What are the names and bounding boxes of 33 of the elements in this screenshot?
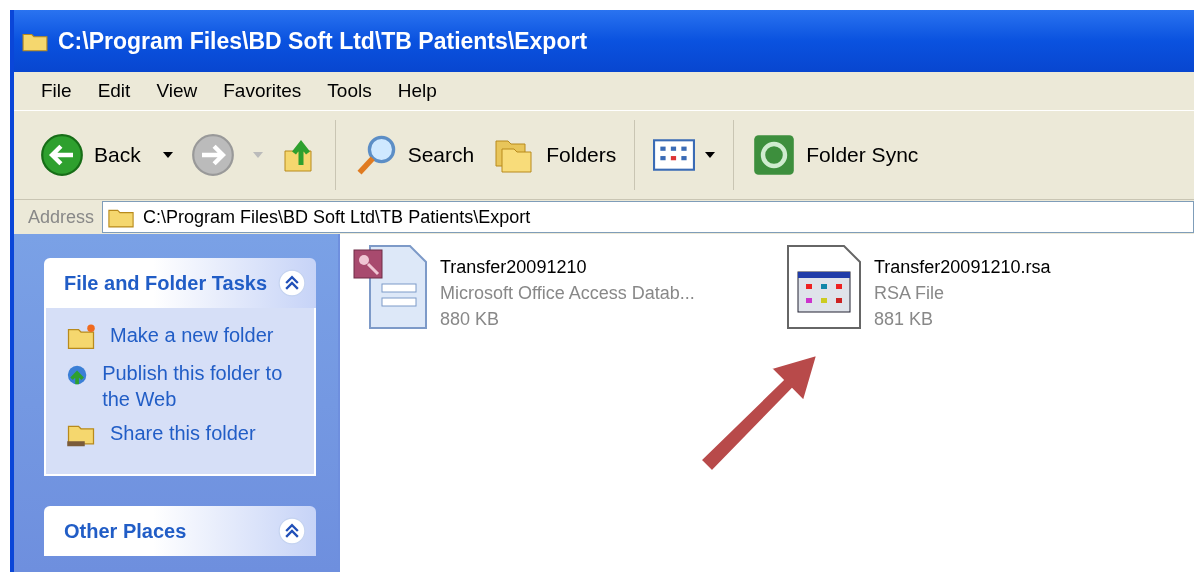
folder-sync-button[interactable]: Folder Sync	[748, 133, 923, 177]
collapse-icon[interactable]	[278, 269, 306, 297]
search-button[interactable]: Search	[349, 133, 479, 177]
file-size: 880 KB	[440, 308, 501, 331]
panel-header[interactable]: Other Places	[44, 506, 316, 556]
file-name[interactable]: Transfer20091210	[440, 254, 695, 280]
file-size: 881 KB	[874, 308, 935, 331]
file-name[interactable]: Transfer20091210.rsa	[874, 254, 1051, 280]
menu-item[interactable]: Tools	[314, 80, 385, 102]
task-link[interactable]: Share this folder	[110, 420, 256, 446]
view-grid-icon	[653, 139, 696, 171]
sync-icon	[752, 133, 797, 177]
folders-button[interactable]: Folders	[488, 135, 621, 175]
address-field[interactable]: C:\Program Files\BD Soft Ltd\TB Patients\Export	[102, 201, 1194, 233]
menu-item[interactable]: Help	[384, 80, 450, 102]
task-link[interactable]: Publish this folder to the Web	[102, 360, 294, 412]
new-folder-icon	[66, 322, 96, 352]
caret-icon	[705, 152, 716, 158]
database-file-icon[interactable]	[350, 242, 430, 332]
menu-item[interactable]: Edit	[84, 80, 144, 102]
menu-item[interactable]: View	[143, 80, 211, 102]
program-file-icon[interactable]	[784, 242, 864, 332]
file-type: Microsoft Office Access Datab...	[440, 282, 695, 305]
task-link[interactable]: Make a new folder	[110, 322, 274, 348]
menu-item[interactable]: Favorites	[210, 80, 315, 102]
menu-item[interactable]: File	[28, 80, 85, 102]
back-button[interactable]: Back	[36, 133, 145, 177]
window-title: C:\Program Files\BD Soft Ltd\TB Patients\Export	[58, 27, 588, 55]
collapse-icon[interactable]	[278, 517, 306, 545]
panel-header[interactable]: File and Folder Tasks	[44, 258, 316, 308]
address-label: Address	[28, 206, 95, 228]
caret-icon[interactable]	[162, 152, 173, 158]
file-type: RSA File	[874, 282, 946, 305]
